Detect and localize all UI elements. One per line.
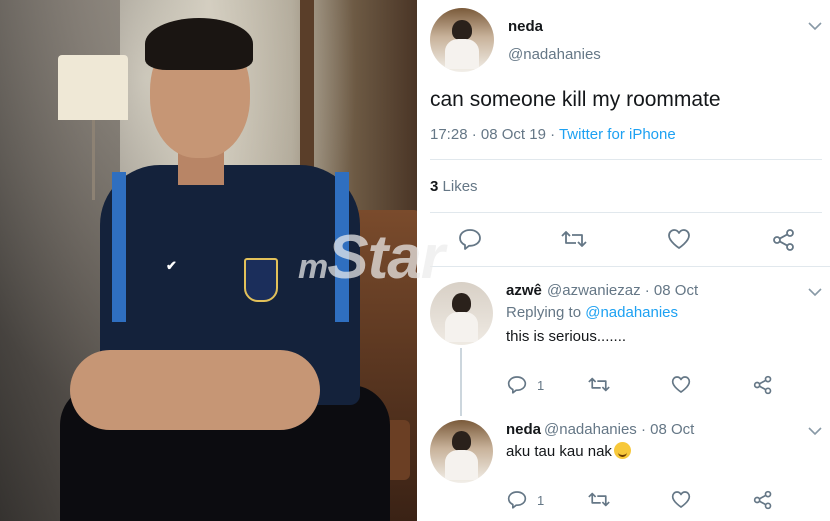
tweet-timestamp[interactable]: 17:28 · 08 Oct 19 · — [430, 126, 559, 143]
chevron-down-icon[interactable] — [808, 425, 822, 439]
photo-swoosh-logo: ✔ — [166, 258, 177, 273]
share-icon[interactable] — [753, 490, 773, 510]
reply-author-handle[interactable]: @azwaniezaz · 08 Oct — [547, 282, 698, 299]
tweet-meta: 17:28 · 08 Oct 19 · Twitter for iPhone — [430, 126, 676, 143]
reply-text: aku tau kau nak — [506, 442, 631, 460]
reply-count: 1 — [537, 378, 545, 393]
photo-club-badge — [244, 258, 278, 302]
author-name[interactable]: neda — [508, 18, 543, 35]
reply-count: 1 — [537, 493, 545, 508]
tweet-source-link[interactable]: Twitter for iPhone — [559, 126, 676, 143]
photo-lamp-stand — [92, 120, 95, 200]
like-icon[interactable] — [671, 490, 691, 509]
replying-to: Replying to @nadahanies — [506, 304, 679, 321]
tweet-text: can someone kill my roommate — [430, 88, 721, 111]
share-icon[interactable] — [772, 228, 796, 252]
replying-to-link[interactable]: @nadahanies — [585, 304, 678, 321]
photo-jersey-stripe-left — [112, 172, 126, 322]
reply-author-handle[interactable]: @nadahanies · 08 Oct — [544, 421, 694, 438]
watermark-logo: mStar — [298, 223, 445, 292]
avatar[interactable] — [430, 8, 494, 72]
photo-lamp — [58, 55, 128, 120]
reply-icon[interactable] — [458, 228, 482, 250]
tweet-thread: neda @nadahanies can someone kill my roo… — [430, 0, 830, 521]
chevron-down-icon[interactable] — [808, 20, 822, 34]
reply-icon[interactable] — [507, 490, 527, 509]
avatar[interactable] — [430, 420, 493, 483]
share-icon[interactable] — [753, 375, 773, 395]
photo-person-hands — [70, 350, 320, 430]
retweet-icon[interactable] — [588, 376, 610, 393]
author-handle[interactable]: @nadahanies — [508, 46, 601, 63]
reply-author-name[interactable]: neda — [506, 421, 541, 438]
thread-line — [460, 348, 462, 416]
photo-person-hair — [145, 18, 253, 70]
grinning-emoji-icon — [613, 442, 631, 459]
reply-author-name[interactable]: azwê — [506, 282, 542, 299]
divider — [430, 212, 822, 213]
divider — [430, 159, 822, 160]
like-icon[interactable] — [667, 228, 691, 250]
likes-count[interactable]: 3 Likes — [430, 178, 478, 195]
retweet-icon[interactable] — [588, 491, 610, 508]
reply-icon[interactable] — [507, 375, 527, 394]
retweet-icon[interactable] — [561, 229, 587, 249]
chevron-down-icon[interactable] — [808, 286, 822, 300]
divider — [430, 266, 830, 267]
like-icon[interactable] — [671, 375, 691, 394]
reply-text: this is serious....... — [506, 328, 627, 345]
